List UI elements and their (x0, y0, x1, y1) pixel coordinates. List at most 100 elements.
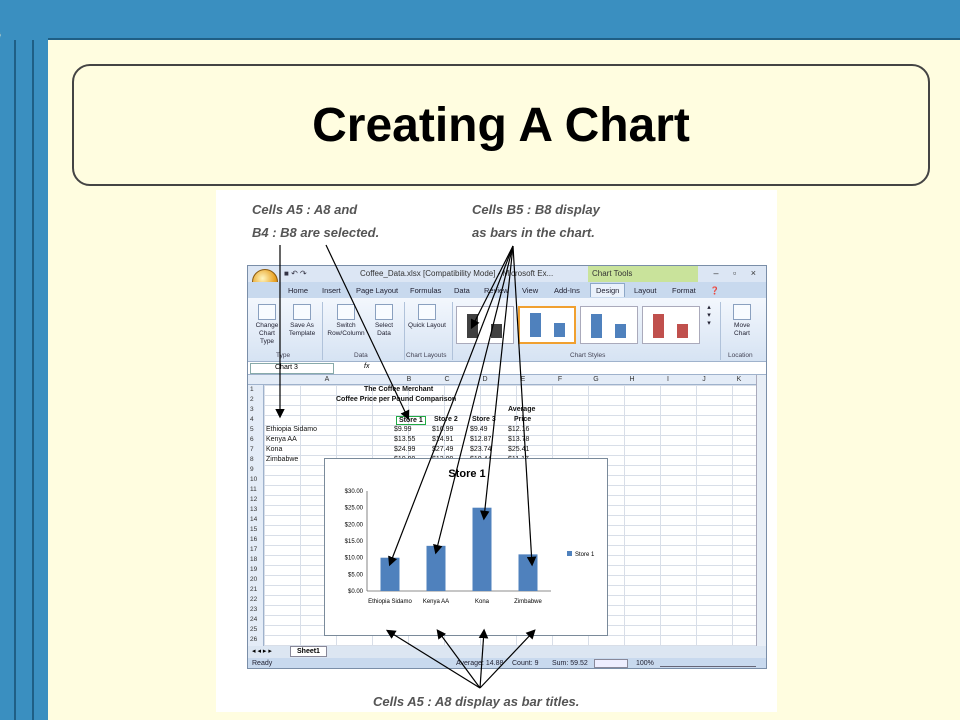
column-header[interactable]: A (264, 376, 390, 383)
save-as-template-label: Save As Template (288, 322, 316, 337)
row-header[interactable]: 8 (250, 456, 254, 463)
row-header[interactable]: 9 (250, 466, 254, 473)
x-tick-label: Kona (475, 599, 490, 605)
row-header[interactable]: 25 (250, 626, 257, 633)
sheet-title[interactable]: The Coffee Merchant (364, 386, 433, 393)
price-cell[interactable]: $23.74 (470, 446, 491, 453)
window-buttons[interactable]: – ▫ × (714, 268, 762, 278)
coffee-name-cell[interactable]: Kona (266, 446, 282, 453)
row-header[interactable]: 22 (250, 596, 257, 603)
tab-insert[interactable]: Insert (322, 286, 341, 295)
price-cell[interactable]: $13.78 (508, 436, 529, 443)
column-header[interactable]: K (722, 376, 756, 383)
sheet-nav-icons[interactable]: ◂ ◂ ▸ ▸ (252, 647, 272, 655)
chart-style-3[interactable] (580, 306, 638, 344)
column-header[interactable]: F (542, 376, 578, 383)
vertical-scrollbar[interactable] (756, 375, 766, 646)
row-header[interactable]: 24 (250, 616, 257, 623)
save-as-template-button[interactable]: Save As Template (286, 304, 318, 338)
column-header[interactable]: B (390, 376, 428, 383)
redo-icon[interactable]: ↷ (300, 269, 307, 278)
price-cell[interactable]: $12.87 (470, 436, 491, 443)
tab-add-ins[interactable]: Add-Ins (554, 286, 580, 295)
tab-layout[interactable]: Layout (634, 286, 657, 295)
header-store-2[interactable]: Store 2 (434, 416, 458, 423)
row-header[interactable]: 19 (250, 566, 257, 573)
chart-style-2[interactable] (518, 306, 576, 344)
tab-formulas[interactable]: Formulas (410, 286, 441, 295)
quick-access-toolbar[interactable]: ■ ↶ ↷ (284, 269, 307, 278)
coffee-name-cell[interactable]: Ethiopia Sidamo (266, 426, 317, 433)
row-header[interactable]: 14 (250, 516, 257, 523)
sheet-subtitle[interactable]: Coffee Price per Pound Comparison (336, 396, 456, 403)
embedded-chart[interactable]: Store 1 $0.00 $5.00 $10.00 $15.00 $20.00 $25.0… (324, 458, 608, 636)
chart-style-4[interactable] (642, 306, 700, 344)
header-store-1[interactable]: Store 1 (396, 416, 426, 425)
price-cell[interactable]: $14.91 (432, 436, 453, 443)
view-buttons[interactable] (594, 659, 628, 668)
coffee-name-cell[interactable]: Zimbabwe (266, 456, 298, 463)
column-header[interactable]: C (428, 376, 466, 383)
row-header[interactable]: 11 (250, 486, 257, 493)
column-header[interactable]: D (466, 376, 504, 383)
styles-scroll-icon[interactable]: ▴ ▾ ▾ (704, 304, 714, 328)
column-header[interactable]: I (650, 376, 686, 383)
move-chart-button[interactable]: Move Chart (726, 304, 758, 338)
price-cell[interactable]: $24.99 (394, 446, 415, 453)
tab-view[interactable]: View (522, 286, 538, 295)
quick-layout-button[interactable]: Quick Layout (408, 304, 446, 330)
price-cell[interactable]: $9.99 (394, 426, 412, 433)
sheet-tab[interactable]: Sheet1 (290, 646, 327, 657)
row-header[interactable]: 16 (250, 536, 257, 543)
row-header[interactable]: 4 (250, 416, 254, 423)
price-cell[interactable]: $27.49 (432, 446, 453, 453)
chart-style-1[interactable] (456, 306, 514, 344)
save-icon[interactable]: ■ (284, 269, 289, 278)
help-icon[interactable]: ❓ (710, 286, 719, 295)
price-cell[interactable]: $13.55 (394, 436, 415, 443)
header-store-3[interactable]: Store 3 (472, 416, 496, 423)
tab-design[interactable]: Design (590, 283, 626, 297)
tab-data[interactable]: Data (454, 286, 470, 295)
row-header[interactable]: 13 (250, 506, 257, 513)
price-cell[interactable]: $16.99 (432, 426, 453, 433)
row-header[interactable]: 12 (250, 496, 257, 503)
row-header[interactable]: 20 (250, 576, 257, 583)
tab-review[interactable]: Review (484, 286, 509, 295)
row-header[interactable]: 21 (250, 586, 257, 593)
select-data-button[interactable]: Select Data (368, 304, 400, 338)
column-header[interactable]: G (578, 376, 614, 383)
price-cell[interactable]: $25.41 (508, 446, 529, 453)
undo-icon[interactable]: ↶ (291, 269, 298, 278)
price-cell[interactable]: $9.49 (470, 426, 488, 433)
column-header[interactable]: J (686, 376, 722, 383)
avg-header[interactable]: Price (514, 416, 531, 423)
column-header[interactable]: H (614, 376, 650, 383)
row-header[interactable]: 10 (250, 476, 257, 483)
coffee-name-cell[interactable]: Kenya AA (266, 436, 297, 443)
row-header[interactable]: 26 (250, 636, 257, 643)
row-header[interactable]: 3 (250, 406, 254, 413)
tab-home[interactable]: Home (288, 286, 308, 295)
tab-page-layout[interactable]: Page Layout (356, 286, 398, 295)
row-header[interactable]: 7 (250, 446, 254, 453)
row-header[interactable]: 23 (250, 606, 257, 613)
price-cell[interactable]: $12.16 (508, 426, 529, 433)
excel-window: Coffee_Data.xlsx [Compatibility Mode] - … (247, 265, 767, 669)
tab-format[interactable]: Format (672, 286, 696, 295)
row-header[interactable]: 18 (250, 556, 257, 563)
name-box[interactable]: Chart 3 (250, 363, 334, 374)
row-header[interactable]: 1 (250, 386, 254, 393)
fx-icon[interactable]: fx (364, 363, 369, 370)
row-header[interactable]: 2 (250, 396, 254, 403)
row-header[interactable]: 6 (250, 436, 254, 443)
change-chart-type-button[interactable]: Change Chart Type (252, 304, 282, 346)
zoom-slider[interactable] (660, 660, 756, 667)
row-header[interactable]: 17 (250, 546, 257, 553)
row-header[interactable]: 15 (250, 526, 257, 533)
avg-header[interactable]: Average (508, 406, 535, 413)
move-chart-label: Move Chart (734, 322, 750, 337)
row-header[interactable]: 5 (250, 426, 254, 433)
switch-row-column-button[interactable]: Switch Row/Column (326, 304, 366, 338)
column-header[interactable]: E (504, 376, 542, 383)
